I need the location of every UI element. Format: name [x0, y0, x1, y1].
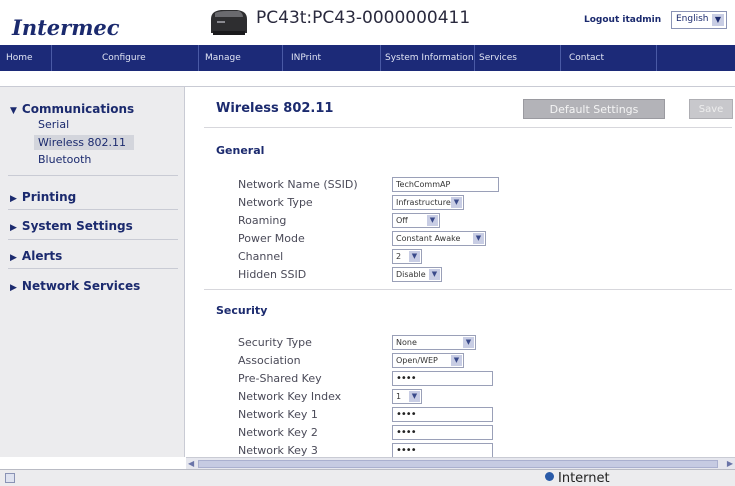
- sidebar: ▼ Communications Serial Wireless 802.11 B…: [0, 87, 185, 457]
- globe-icon: [545, 472, 554, 481]
- ssid-input[interactable]: TechCommAP: [392, 177, 499, 192]
- security-zone: Internet: [545, 471, 610, 486]
- language-value: English: [676, 14, 709, 24]
- hidden-ssid-value: Disable: [396, 270, 426, 279]
- chevron-down-icon: ▼: [712, 14, 724, 26]
- network-type-label: Network Type: [238, 196, 313, 209]
- sidebar-item-system-settings[interactable]: ▶ System Settings: [10, 219, 133, 233]
- chevron-down-icon: ▼: [463, 337, 474, 348]
- key1-label: Network Key 1: [238, 408, 318, 421]
- sidebar-item-label: Printing: [21, 190, 77, 204]
- association-select[interactable]: Open/WEP ▼: [392, 353, 464, 368]
- ssid-label: Network Name (SSID): [238, 178, 358, 191]
- nav-system-information[interactable]: System Information: [381, 45, 475, 71]
- language-select[interactable]: English ▼: [671, 11, 727, 29]
- chevron-down-icon: ▼: [473, 233, 484, 244]
- scrollbar-thumb[interactable]: [198, 460, 718, 468]
- nav-inprint[interactable]: INPrint: [283, 45, 381, 71]
- triangle-right-icon: ▶: [10, 223, 17, 233]
- key2-input[interactable]: ••••: [392, 425, 493, 440]
- horizontal-scrollbar[interactable]: ◀ ▶: [186, 457, 735, 469]
- network-type-select[interactable]: Infrastructure ▼: [392, 195, 464, 210]
- network-type-value: Infrastructure: [396, 198, 451, 207]
- nav-home[interactable]: Home: [0, 45, 52, 71]
- association-value: Open/WEP: [396, 356, 438, 365]
- sidebar-item-bluetooth[interactable]: Bluetooth: [38, 153, 91, 166]
- key-index-value: 1: [396, 392, 402, 401]
- triangle-down-icon: ▼: [10, 106, 17, 116]
- save-button[interactable]: Save: [689, 99, 733, 119]
- triangle-right-icon: ▶: [10, 194, 17, 204]
- chevron-down-icon: ▼: [427, 215, 438, 226]
- triangle-right-icon: ▶: [10, 253, 17, 263]
- power-mode-value: Constant Awake: [396, 234, 461, 243]
- sidebar-divider: [8, 239, 178, 240]
- hidden-ssid-select[interactable]: Disable ▼: [392, 267, 442, 282]
- header: Intermec PC43t:PC43-0000000411 Logout it…: [0, 0, 735, 45]
- nav-contact[interactable]: Contact: [561, 45, 657, 71]
- security-type-select[interactable]: None ▼: [392, 335, 476, 350]
- nav-spacer: [0, 71, 735, 87]
- sidebar-item-alerts[interactable]: ▶ Alerts: [10, 249, 62, 263]
- section-divider: [204, 289, 732, 290]
- triangle-right-icon: ▶: [10, 283, 17, 293]
- key3-label: Network Key 3: [238, 444, 318, 457]
- zone-label: Internet: [558, 471, 610, 486]
- nav-services[interactable]: Services: [475, 45, 561, 71]
- association-label: Association: [238, 354, 301, 367]
- sidebar-item-label: System Settings: [21, 219, 133, 233]
- chevron-down-icon: ▼: [409, 391, 420, 402]
- security-type-value: None: [396, 338, 417, 347]
- power-mode-select[interactable]: Constant Awake ▼: [392, 231, 486, 246]
- scroll-right-icon[interactable]: ▶: [727, 459, 733, 468]
- device-title: PC43t:PC43-0000000411: [256, 8, 471, 28]
- top-nav: Home Configure Manage INPrint System Inf…: [0, 45, 735, 71]
- nav-configure[interactable]: Configure: [52, 45, 199, 71]
- hidden-ssid-label: Hidden SSID: [238, 268, 307, 281]
- sidebar-item-label: Communications: [21, 102, 135, 116]
- scroll-left-icon[interactable]: ◀: [188, 459, 194, 468]
- intermec-logo[interactable]: Intermec: [12, 15, 120, 40]
- logout-link[interactable]: Logout itadmin: [584, 15, 661, 25]
- key-index-label: Network Key Index: [238, 390, 342, 403]
- sidebar-item-serial[interactable]: Serial: [38, 118, 69, 131]
- sidebar-divider: [8, 175, 178, 176]
- channel-value: 2: [396, 252, 402, 261]
- sidebar-divider: [8, 209, 178, 210]
- chevron-down-icon: ▼: [429, 269, 440, 280]
- power-mode-label: Power Mode: [238, 232, 305, 245]
- chevron-down-icon: ▼: [451, 355, 462, 366]
- sidebar-item-wireless[interactable]: Wireless 802.11: [34, 135, 134, 150]
- sidebar-item-printing[interactable]: ▶ Printing: [10, 190, 76, 204]
- psk-label: Pre-Shared Key: [238, 372, 322, 385]
- chevron-down-icon: ▼: [409, 251, 420, 262]
- sidebar-item-network-services[interactable]: ▶ Network Services: [10, 279, 140, 293]
- section-title-security: Security: [216, 304, 268, 317]
- status-bar: Internet: [0, 469, 735, 486]
- channel-select[interactable]: 2 ▼: [392, 249, 422, 264]
- key3-input[interactable]: ••••: [392, 443, 493, 457]
- sidebar-item-communications[interactable]: ▼ Communications: [10, 102, 134, 116]
- roaming-value: Off: [396, 216, 408, 225]
- roaming-select[interactable]: Off ▼: [392, 213, 440, 228]
- psk-input[interactable]: ••••: [392, 371, 493, 386]
- security-type-label: Security Type: [238, 336, 312, 349]
- default-settings-button[interactable]: Default Settings: [523, 99, 665, 119]
- sidebar-divider: [8, 268, 178, 269]
- sidebar-item-label: Alerts: [21, 249, 63, 263]
- key-index-select[interactable]: 1 ▼: [392, 389, 422, 404]
- nav-manage[interactable]: Manage: [199, 45, 283, 71]
- page-icon: [5, 473, 15, 483]
- section-title-general: General: [216, 144, 265, 157]
- key1-input[interactable]: ••••: [392, 407, 493, 422]
- printer-icon: [211, 10, 247, 35]
- roaming-label: Roaming: [238, 214, 287, 227]
- page-title: Wireless 802.11: [216, 101, 334, 116]
- sidebar-item-label: Network Services: [21, 279, 141, 293]
- section-divider: [204, 127, 732, 128]
- main-content: Wireless 802.11 Default Settings Save Ge…: [186, 87, 735, 457]
- key2-label: Network Key 2: [238, 426, 318, 439]
- chevron-down-icon: ▼: [451, 197, 462, 208]
- channel-label: Channel: [238, 250, 284, 263]
